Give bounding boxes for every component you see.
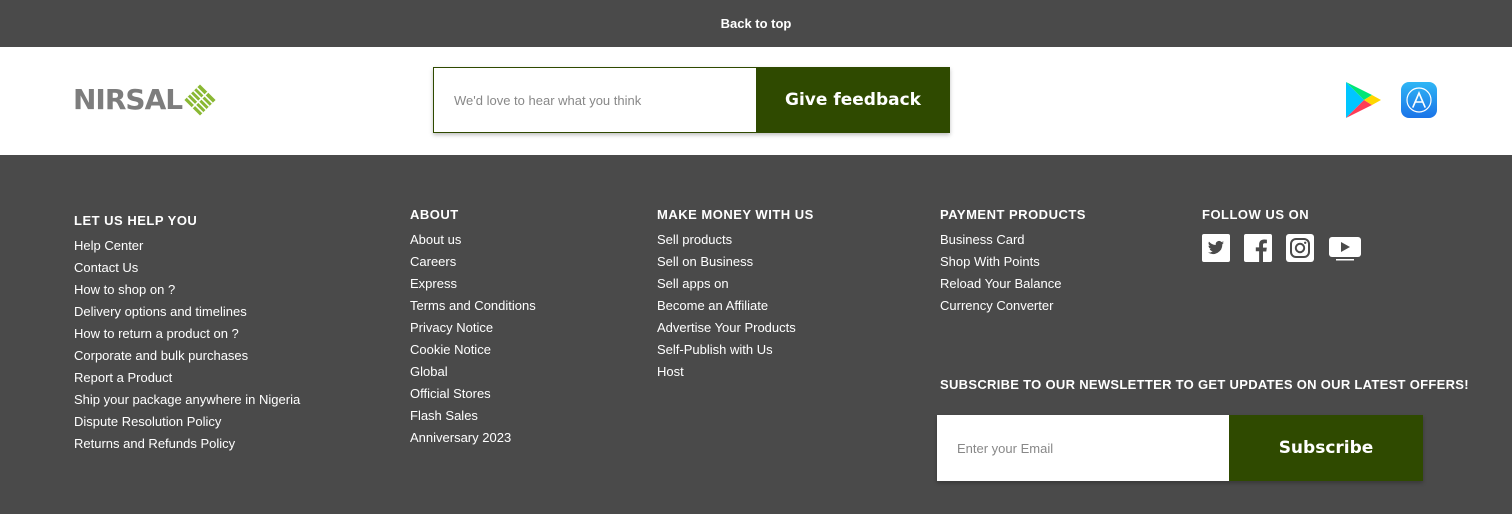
app-store-icon[interactable] xyxy=(1400,80,1438,120)
email-input[interactable] xyxy=(937,415,1229,481)
logo-mark-icon xyxy=(184,83,216,116)
about-column: ABOUT About us Careers Express Terms and… xyxy=(410,207,536,449)
social-links xyxy=(1202,234,1362,267)
payment-link[interactable]: Reload Your Balance xyxy=(940,273,1086,295)
help-link[interactable]: How to return a product on ? xyxy=(74,323,300,345)
about-column-title: ABOUT xyxy=(410,207,459,222)
feedback-form: Give feedback xyxy=(433,67,950,133)
about-link[interactable]: Careers xyxy=(410,251,536,273)
back-to-top-link[interactable]: Back to top xyxy=(0,0,1512,47)
make-money-link[interactable]: Become an Affiliate xyxy=(657,295,814,317)
app-store-links xyxy=(1344,80,1438,120)
help-link[interactable]: Ship your package anywhere in Nigeria xyxy=(74,389,300,411)
footer-columns: LET US HELP YOU Help Center Contact Us H… xyxy=(0,155,1512,514)
make-money-link[interactable]: Sell apps on xyxy=(657,273,814,295)
youtube-icon[interactable] xyxy=(1328,234,1362,267)
logo-text: NIRSAL xyxy=(73,83,183,116)
make-money-link[interactable]: Host xyxy=(657,361,814,383)
newsletter-form: Subscribe xyxy=(937,415,1423,481)
feedback-input[interactable] xyxy=(433,67,756,133)
help-link[interactable]: Returns and Refunds Policy xyxy=(74,433,300,455)
about-link[interactable]: Official Stores xyxy=(410,383,536,405)
make-money-link[interactable]: Sell on Business xyxy=(657,251,814,273)
payment-link[interactable]: Currency Converter xyxy=(940,295,1086,317)
give-feedback-button[interactable]: Give feedback xyxy=(756,67,950,133)
about-link[interactable]: Global xyxy=(410,361,536,383)
make-money-link[interactable]: Self-Publish with Us xyxy=(657,339,814,361)
help-link[interactable]: Delivery options and timelines xyxy=(74,301,300,323)
help-column: LET US HELP YOU Help Center Contact Us H… xyxy=(74,213,300,455)
about-link[interactable]: About us xyxy=(410,229,536,251)
help-column-title: LET US HELP YOU xyxy=(74,213,198,228)
help-link[interactable]: Help Center xyxy=(74,235,300,257)
about-link[interactable]: Flash Sales xyxy=(410,405,536,427)
help-link[interactable]: How to shop on ? xyxy=(74,279,300,301)
google-play-icon[interactable] xyxy=(1344,80,1382,120)
help-link[interactable]: Dispute Resolution Policy xyxy=(74,411,300,433)
facebook-icon[interactable] xyxy=(1244,234,1272,267)
make-money-column: MAKE MONEY WITH US Sell products Sell on… xyxy=(657,207,814,383)
follow-column: FOLLOW US ON xyxy=(1202,207,1362,267)
about-link[interactable]: Privacy Notice xyxy=(410,317,536,339)
follow-column-title: FOLLOW US ON xyxy=(1202,207,1310,222)
make-money-link[interactable]: Advertise Your Products xyxy=(657,317,814,339)
feedback-band: NIRSAL Give feedback xyxy=(0,47,1512,155)
payment-link[interactable]: Business Card xyxy=(940,229,1086,251)
help-link[interactable]: Contact Us xyxy=(74,257,300,279)
about-link[interactable]: Express xyxy=(410,273,536,295)
help-link[interactable]: Corporate and bulk purchases xyxy=(74,345,300,367)
payment-link[interactable]: Shop With Points xyxy=(940,251,1086,273)
payment-column: PAYMENT PRODUCTS Business Card Shop With… xyxy=(940,207,1086,317)
instagram-icon[interactable] xyxy=(1286,234,1314,267)
nirsal-logo[interactable]: NIRSAL xyxy=(73,83,216,116)
about-link[interactable]: Terms and Conditions xyxy=(410,295,536,317)
subscribe-button[interactable]: Subscribe xyxy=(1229,415,1423,481)
payment-column-title: PAYMENT PRODUCTS xyxy=(940,207,1086,222)
help-link[interactable]: Report a Product xyxy=(74,367,300,389)
twitter-icon[interactable] xyxy=(1202,234,1230,267)
make-money-link[interactable]: Sell products xyxy=(657,229,814,251)
newsletter-title: SUBSCRIBE TO OUR NEWSLETTER TO GET UPDAT… xyxy=(940,377,1469,392)
about-link[interactable]: Cookie Notice xyxy=(410,339,536,361)
about-link[interactable]: Anniversary 2023 xyxy=(410,427,536,449)
make-money-column-title: MAKE MONEY WITH US xyxy=(657,207,814,222)
